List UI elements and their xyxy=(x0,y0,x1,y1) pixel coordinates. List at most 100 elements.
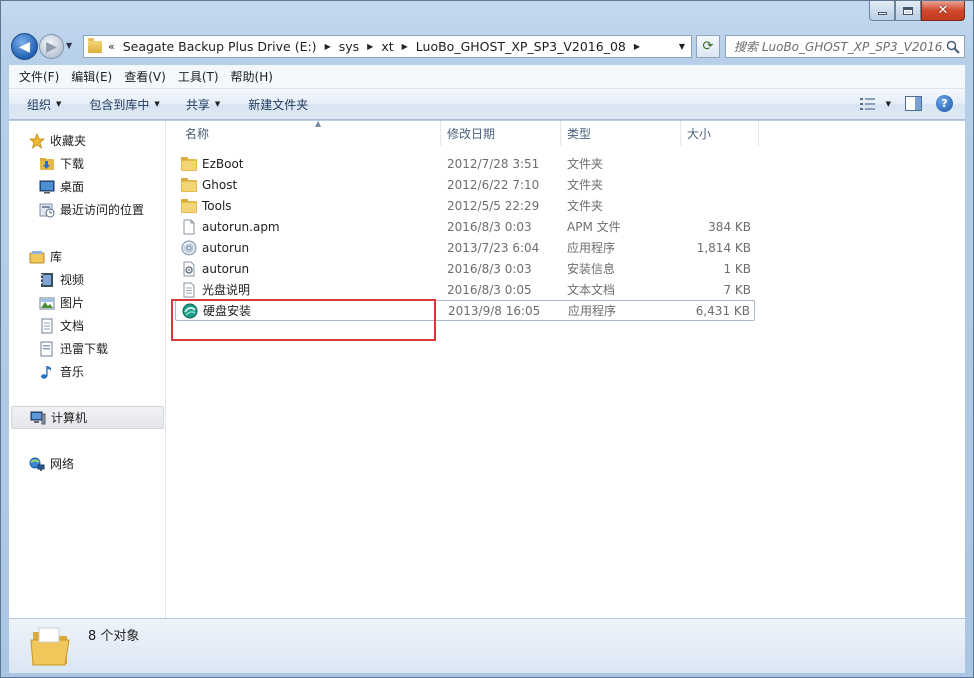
video-library-icon xyxy=(41,272,53,287)
address-history-dropdown[interactable]: ▼ xyxy=(673,36,691,57)
nav-pictures[interactable]: 图片 xyxy=(9,291,166,314)
preview-pane-icon[interactable] xyxy=(905,96,922,111)
nav-computer-label: 计算机 xyxy=(51,411,88,425)
forward-button[interactable]: ▶ xyxy=(39,34,64,59)
menu-edit[interactable]: 编辑(E) xyxy=(65,68,118,85)
file-name: autorun.apm xyxy=(202,219,280,234)
nav-desktop-label: 桌面 xyxy=(60,180,85,194)
column-header-date[interactable]: 修改日期 xyxy=(441,121,561,146)
chevron-right-icon[interactable]: ▶ xyxy=(402,42,408,51)
menu-bar: 文件(F) 编辑(E) 查看(V) 工具(T) 帮助(H) xyxy=(9,65,965,89)
nav-videos-label: 视频 xyxy=(60,273,85,287)
nav-documents[interactable]: 文档 xyxy=(9,314,166,337)
file-name: Ghost xyxy=(202,177,238,192)
file-name: autorun xyxy=(202,240,250,255)
nav-recent-places[interactable]: 最近访问的位置 xyxy=(9,198,166,221)
file-type: 应用程序 xyxy=(567,241,616,255)
desktop-icon xyxy=(39,180,55,193)
menu-help[interactable]: 帮助(H) xyxy=(225,68,279,85)
file-name: Tools xyxy=(202,198,232,213)
nav-libraries[interactable]: 库 xyxy=(9,245,166,268)
file-size: 1 KB xyxy=(723,261,751,276)
file-row-ghost[interactable]: Ghost 2012/6/22 7:10 文件夹 xyxy=(175,174,755,195)
command-bar-right: ▼ ? xyxy=(859,95,953,112)
file-row-autorun-exe[interactable]: autorun 2013/7/23 6:04 应用程序 1,814 KB xyxy=(175,237,755,258)
maximize-icon xyxy=(903,6,913,15)
close-icon: ✕ xyxy=(937,3,949,18)
file-type: 文件夹 xyxy=(567,178,604,192)
share-button[interactable]: 共享 ▼ xyxy=(176,96,230,113)
file-name: 光盘说明 xyxy=(202,283,251,297)
file-row-autorun-apm[interactable]: autorun.apm 2016/8/3 0:03 APM 文件 384 KB xyxy=(175,216,755,237)
nav-favorites-label: 收藏夹 xyxy=(50,134,87,148)
help-icon[interactable]: ? xyxy=(936,95,953,112)
breadcrumb-overflow[interactable]: « xyxy=(108,40,115,53)
content-area: 收藏夹 下载 桌面 最近访问的位置 库 视频 图片 文档 迅雷下载 音乐 计算机… xyxy=(9,119,965,618)
search-box[interactable] xyxy=(725,35,965,58)
file-row-tools[interactable]: Tools 2012/5/5 22:29 文件夹 xyxy=(175,195,755,216)
address-bar[interactable]: « Seagate Backup Plus Drive (E:) ▶ sys ▶… xyxy=(83,35,692,58)
text-file-icon xyxy=(183,282,195,297)
file-name: EzBoot xyxy=(202,156,244,171)
file-type: 文本文档 xyxy=(567,283,616,297)
breadcrumb-current[interactable]: LuoBo_GHOST_XP_SP3_V2016_08 xyxy=(416,39,626,54)
file-row-ezboot[interactable]: EzBoot 2012/7/28 3:51 文件夹 xyxy=(175,153,755,174)
recent-pages-button[interactable]: ▼ xyxy=(66,41,72,50)
nav-desktop[interactable]: 桌面 xyxy=(9,175,166,198)
file-name-cell: 光盘说明 xyxy=(181,281,250,298)
breadcrumb-xt[interactable]: xt xyxy=(381,39,393,54)
file-name-cell: autorun.apm xyxy=(181,219,280,235)
column-header-type[interactable]: 类型 xyxy=(561,121,681,146)
menu-file[interactable]: 文件(F) xyxy=(13,68,65,85)
breadcrumb-sys[interactable]: sys xyxy=(339,39,359,54)
file-size: 6,431 KB xyxy=(695,303,750,318)
downloads-folder-icon xyxy=(40,157,54,170)
search-icon[interactable] xyxy=(946,40,960,54)
file-name-cell: Ghost xyxy=(181,177,238,192)
column-header-size[interactable]: 大小 xyxy=(681,121,759,146)
column-header-name[interactable]: 名称 ▲ xyxy=(179,119,441,146)
refresh-button[interactable]: ⟳ xyxy=(696,35,720,58)
nav-computer[interactable]: 计算机 xyxy=(11,406,164,429)
chevron-right-icon[interactable]: ▶ xyxy=(367,42,373,51)
chevron-right-icon[interactable]: ▶ xyxy=(634,42,640,51)
setup-info-icon xyxy=(183,261,195,276)
file-row-disc-readme[interactable]: 光盘说明 2016/8/3 0:05 文本文档 7 KB xyxy=(175,279,755,300)
menu-view[interactable]: 查看(V) xyxy=(118,68,172,85)
new-folder-button[interactable]: 新建文件夹 xyxy=(238,96,318,113)
organize-button[interactable]: 组织 ▼ xyxy=(17,96,71,113)
nav-downloads[interactable]: 下载 xyxy=(9,152,166,175)
network-group: 网络 xyxy=(9,452,166,475)
nav-thunder-downloads[interactable]: 迅雷下载 xyxy=(9,337,166,360)
nav-music[interactable]: 音乐 xyxy=(9,360,166,383)
include-in-library-button[interactable]: 包含到库中 ▼ xyxy=(79,96,169,113)
breadcrumb-drive[interactable]: Seagate Backup Plus Drive (E:) xyxy=(123,39,317,54)
change-view-button[interactable]: ▼ xyxy=(859,97,891,111)
nav-favorites[interactable]: 收藏夹 xyxy=(9,129,166,152)
nav-videos[interactable]: 视频 xyxy=(9,268,166,291)
nav-music-label: 音乐 xyxy=(60,365,85,379)
file-name-cell: autorun xyxy=(181,261,249,277)
recent-places-icon xyxy=(39,203,55,217)
file-name-cell: Tools xyxy=(181,198,232,213)
nav-network[interactable]: 网络 xyxy=(9,452,166,475)
caption-buttons: ✕ xyxy=(869,1,965,21)
chevron-right-icon[interactable]: ▶ xyxy=(325,42,331,51)
nav-recent-places-label: 最近访问的位置 xyxy=(60,203,145,217)
back-button[interactable]: ◀ xyxy=(11,33,38,60)
file-size: 7 KB xyxy=(723,282,751,297)
sort-ascending-icon: ▲ xyxy=(315,119,322,128)
menu-tools[interactable]: 工具(T) xyxy=(172,68,225,85)
file-row-autorun-inf[interactable]: autorun 2016/8/3 0:03 安装信息 1 KB xyxy=(175,258,755,279)
maximize-button[interactable] xyxy=(895,1,921,21)
nav-network-label: 网络 xyxy=(50,457,75,471)
file-size: 1,814 KB xyxy=(696,240,751,255)
folder-icon xyxy=(88,37,102,53)
file-type: APM 文件 xyxy=(567,220,621,234)
file-name-cell: EzBoot xyxy=(181,156,244,171)
close-button[interactable]: ✕ xyxy=(921,1,965,21)
chevron-down-icon[interactable]: ▼ xyxy=(886,100,891,108)
computer-group: 计算机 xyxy=(9,406,166,429)
search-input[interactable] xyxy=(734,39,944,54)
minimize-button[interactable] xyxy=(869,1,895,21)
